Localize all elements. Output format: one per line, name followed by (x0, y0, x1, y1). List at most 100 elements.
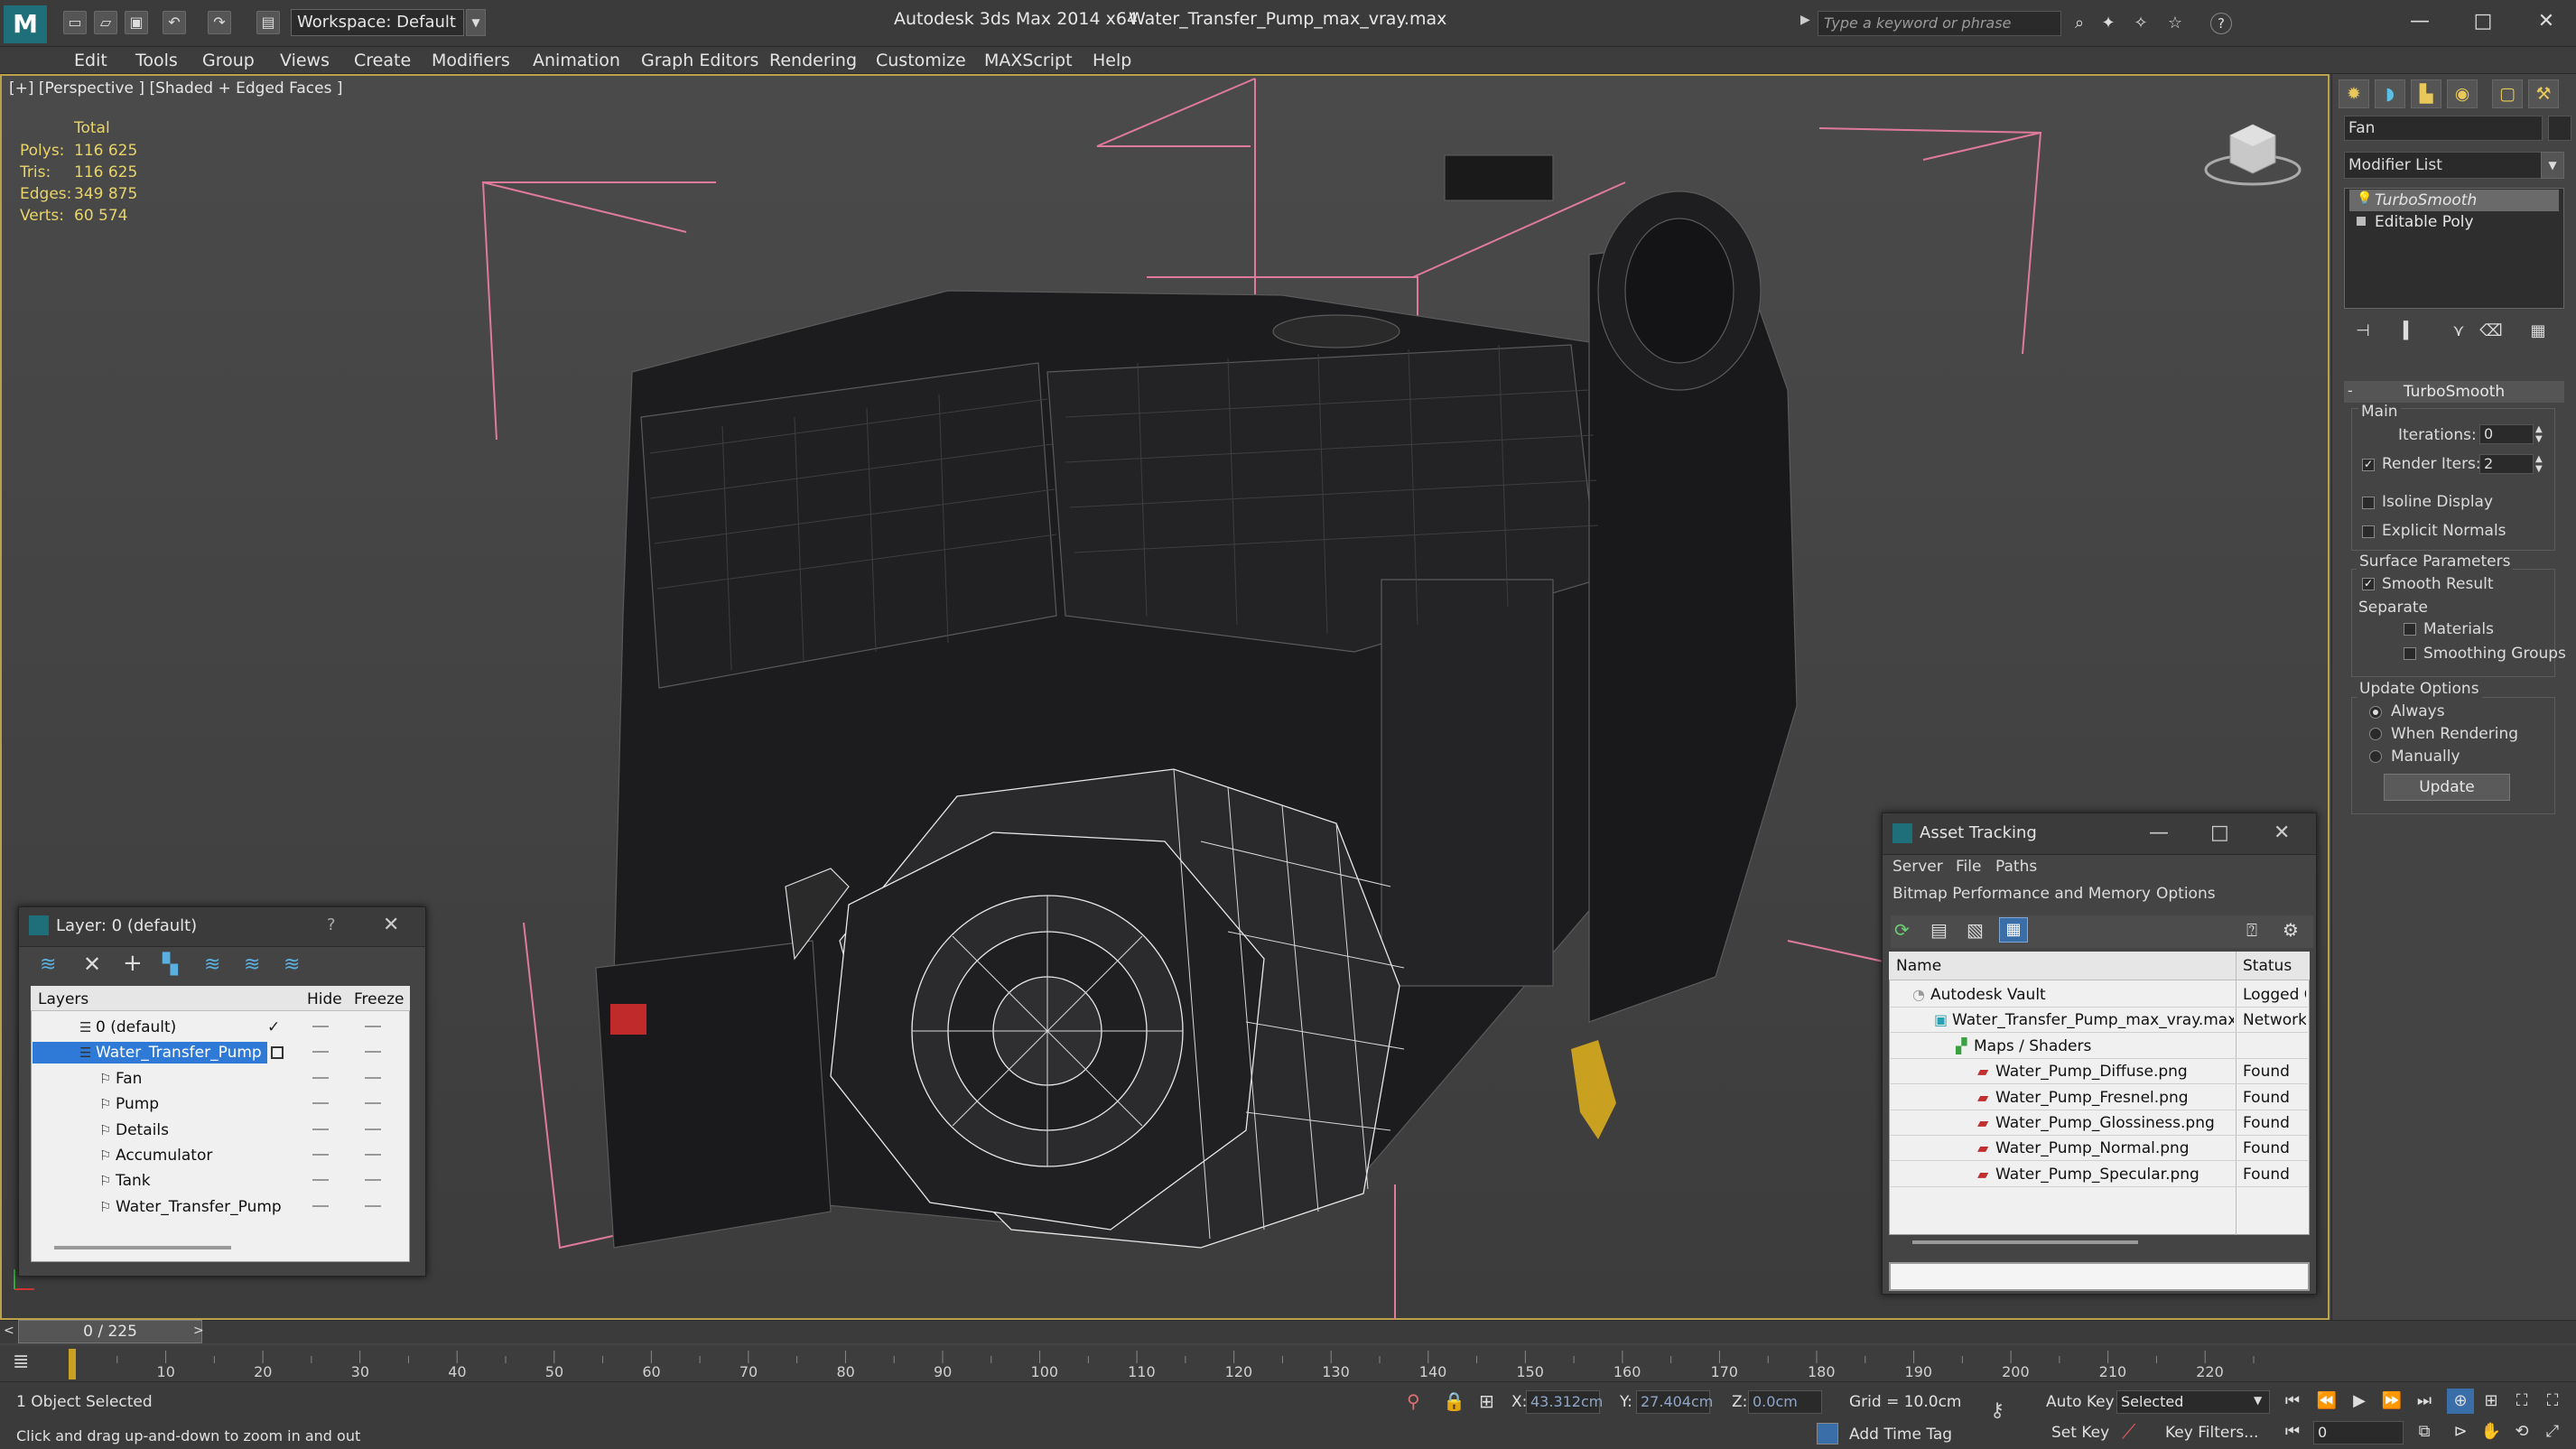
x-coordinate-field[interactable]: 43.312cm (1526, 1390, 1603, 1414)
asset-menu-paths[interactable]: Paths (1995, 858, 2037, 876)
highlight-layer-icon[interactable]: ≋ (204, 953, 220, 976)
pan-view-icon[interactable]: ✋ (2478, 1419, 2505, 1444)
layer-row[interactable]: ☰ Water_Transfer_Pump (33, 1040, 408, 1065)
asset-settings-icon[interactable]: ⚙ (2283, 919, 2299, 941)
asset-path-field[interactable] (1889, 1262, 2310, 1291)
iterations-spinner-icon[interactable]: ▲ ▼ (2535, 424, 2543, 444)
orbit-icon[interactable]: ⟲ (2508, 1419, 2535, 1444)
modifier-list-chevron-icon[interactable]: ▼ (2541, 152, 2564, 179)
track-bar[interactable] (0, 1345, 2576, 1381)
menu-create[interactable]: Create (354, 47, 411, 74)
go-to-start-icon[interactable]: ⏮ (2279, 1389, 2306, 1414)
auto-key-button[interactable]: Auto Key (2046, 1393, 2115, 1411)
utilities-tab-icon[interactable]: ⚒ (2528, 79, 2559, 108)
explicit-normals-checkbox[interactable] (2362, 525, 2375, 538)
menu-group[interactable]: Group (202, 47, 255, 74)
render-iters-checkbox[interactable] (2362, 458, 2375, 471)
absolute-mode-icon[interactable]: ⊞ (1479, 1390, 1494, 1412)
asset-menu-options[interactable]: Options (2156, 885, 2216, 903)
set-key-icon[interactable]: ⟋ (2122, 1421, 2135, 1444)
layer-row[interactable]: ⚐ Water_Transfer_Pump (33, 1194, 408, 1220)
viewcube-icon[interactable] (2203, 117, 2302, 190)
zoom-all-icon[interactable]: ⊞ (2478, 1389, 2505, 1414)
favorites-star-icon[interactable]: ☆ (2163, 13, 2187, 34)
remove-modifier-icon[interactable]: ⌫ (2479, 320, 2503, 343)
asset-row[interactable]: ▰ Water_Pump_Fresnel.png Found (1891, 1085, 2308, 1110)
layer-freeze-toggle[interactable] (365, 1076, 381, 1079)
hide-column-header[interactable]: Hide (307, 990, 342, 1008)
asset-maximize-icon[interactable]: □ (2210, 822, 2229, 844)
asset-table-scrollbar[interactable] (1912, 1240, 2138, 1244)
layer-freeze-toggle[interactable] (365, 1179, 381, 1182)
materials-checkbox[interactable] (2404, 623, 2416, 636)
layer-list-scrollbar[interactable] (54, 1246, 231, 1249)
display-tab-icon[interactable]: ▢ (2492, 79, 2523, 108)
menu-rendering[interactable]: Rendering (769, 47, 857, 74)
layers-column-header[interactable]: Layers (38, 990, 88, 1008)
select-objects-icon[interactable]: ▚ (163, 953, 178, 976)
create-tab-icon[interactable]: ✹ (2339, 79, 2369, 108)
add-to-layer-icon[interactable]: + (123, 950, 143, 977)
zoom-extents-all-icon[interactable]: ⛶ (2539, 1389, 2566, 1414)
menu-edit[interactable]: Edit (74, 47, 107, 74)
menu-graph-editors[interactable]: Graph Editors (641, 47, 758, 74)
asset-row[interactable]: ▣ Water_Transfer_Pump_max_vray.max Network (1891, 1008, 2308, 1034)
zoom-icon[interactable]: ⊕ (2447, 1389, 2474, 1414)
isoline-display-checkbox[interactable] (2362, 497, 2375, 509)
layer-row[interactable]: ⚐ Pump (33, 1091, 408, 1117)
menu-tools[interactable]: Tools (135, 47, 178, 74)
save-file-icon[interactable]: ▣ (125, 11, 148, 34)
asset-close-icon[interactable]: ✕ (2274, 822, 2290, 844)
show-end-result-icon[interactable]: ▍ (2398, 320, 2422, 343)
menu-maxscript[interactable]: MAXScript (984, 47, 1073, 74)
asset-row[interactable]: ▰ Water_Pump_Diffuse.png Found (1891, 1059, 2308, 1085)
zoom-extents-icon[interactable]: ⛶ (2508, 1389, 2535, 1414)
next-frame-icon[interactable]: ⏩ (2378, 1389, 2405, 1414)
workspace-dropdown[interactable]: Workspace: Default (291, 9, 464, 36)
asset-row[interactable]: ▰ Water_Pump_Specular.png Found (1891, 1162, 2308, 1187)
time-prev-icon[interactable]: < (4, 1324, 14, 1338)
play-icon[interactable]: ▶ (2346, 1389, 2373, 1414)
pin-stack-icon[interactable]: ⊣ (2351, 320, 2375, 343)
isolate-selection-icon[interactable]: ⚲ (1407, 1390, 1420, 1412)
render-iters-input[interactable]: 2 (2479, 454, 2534, 474)
lightbulb-icon[interactable]: 💡 (2357, 191, 2372, 206)
current-frame-marker[interactable] (69, 1349, 76, 1379)
communication-icon[interactable]: ✧ (2129, 13, 2153, 34)
undo-icon[interactable]: ↶ (163, 11, 186, 34)
delete-layer-icon[interactable]: ✕ (83, 952, 101, 977)
project-folder-icon[interactable]: ▤ (256, 11, 280, 34)
layer-freeze-toggle[interactable] (365, 1204, 381, 1207)
previous-frame-icon[interactable]: ⏪ (2313, 1389, 2340, 1414)
set-current-layer-box[interactable] (271, 1046, 284, 1060)
make-unique-icon[interactable]: ⋎ (2447, 320, 2470, 343)
hierarchy-tab-icon[interactable]: ▙ (2411, 79, 2441, 108)
new-file-icon[interactable]: ▭ (63, 11, 87, 34)
layer-row[interactable]: ⚐ Accumulator (33, 1143, 408, 1168)
asset-help-icon[interactable]: ⍰ (2246, 919, 2257, 941)
layer-row[interactable]: ☰ 0 (default) ✓ (33, 1015, 408, 1040)
hide-all-icon[interactable]: ≋ (244, 953, 260, 976)
stack-item-turbosmooth[interactable]: TurboSmooth (2349, 190, 2559, 211)
stack-item-editable-poly[interactable]: Editable Poly (2349, 211, 2559, 233)
close-icon[interactable]: ✕ (2519, 5, 2573, 38)
create-layer-icon[interactable]: ≋ (40, 953, 56, 976)
workspace-chevron-icon[interactable]: ▼ (466, 9, 486, 36)
layer-row[interactable]: ⚐ Tank (33, 1168, 408, 1194)
help-icon[interactable]: ? (2210, 13, 2232, 34)
layer-freeze-toggle[interactable] (365, 1102, 381, 1105)
menu-modifiers[interactable]: Modifiers (432, 47, 510, 74)
layer-freeze-toggle[interactable] (365, 1051, 381, 1054)
modifier-list-dropdown[interactable]: Modifier List (2344, 152, 2564, 179)
key-mode-icon[interactable]: ⏮ (2279, 1419, 2306, 1444)
layer-freeze-toggle[interactable] (365, 1154, 381, 1156)
open-file-icon[interactable]: ▱ (94, 11, 117, 34)
field-of-view-icon[interactable]: ⊳ (2447, 1419, 2474, 1444)
binoculars-icon[interactable]: ⌕ (2068, 13, 2091, 34)
configure-sets-icon[interactable]: ▦ (2526, 320, 2550, 343)
search-expand-icon[interactable]: ▶ (1800, 13, 1810, 27)
layer-help-icon[interactable]: ? (327, 915, 336, 934)
modify-tab-icon[interactable]: ◗ (2375, 79, 2405, 108)
layer-hide-toggle[interactable] (312, 1154, 329, 1156)
collapse-box-icon[interactable] (2357, 217, 2366, 226)
